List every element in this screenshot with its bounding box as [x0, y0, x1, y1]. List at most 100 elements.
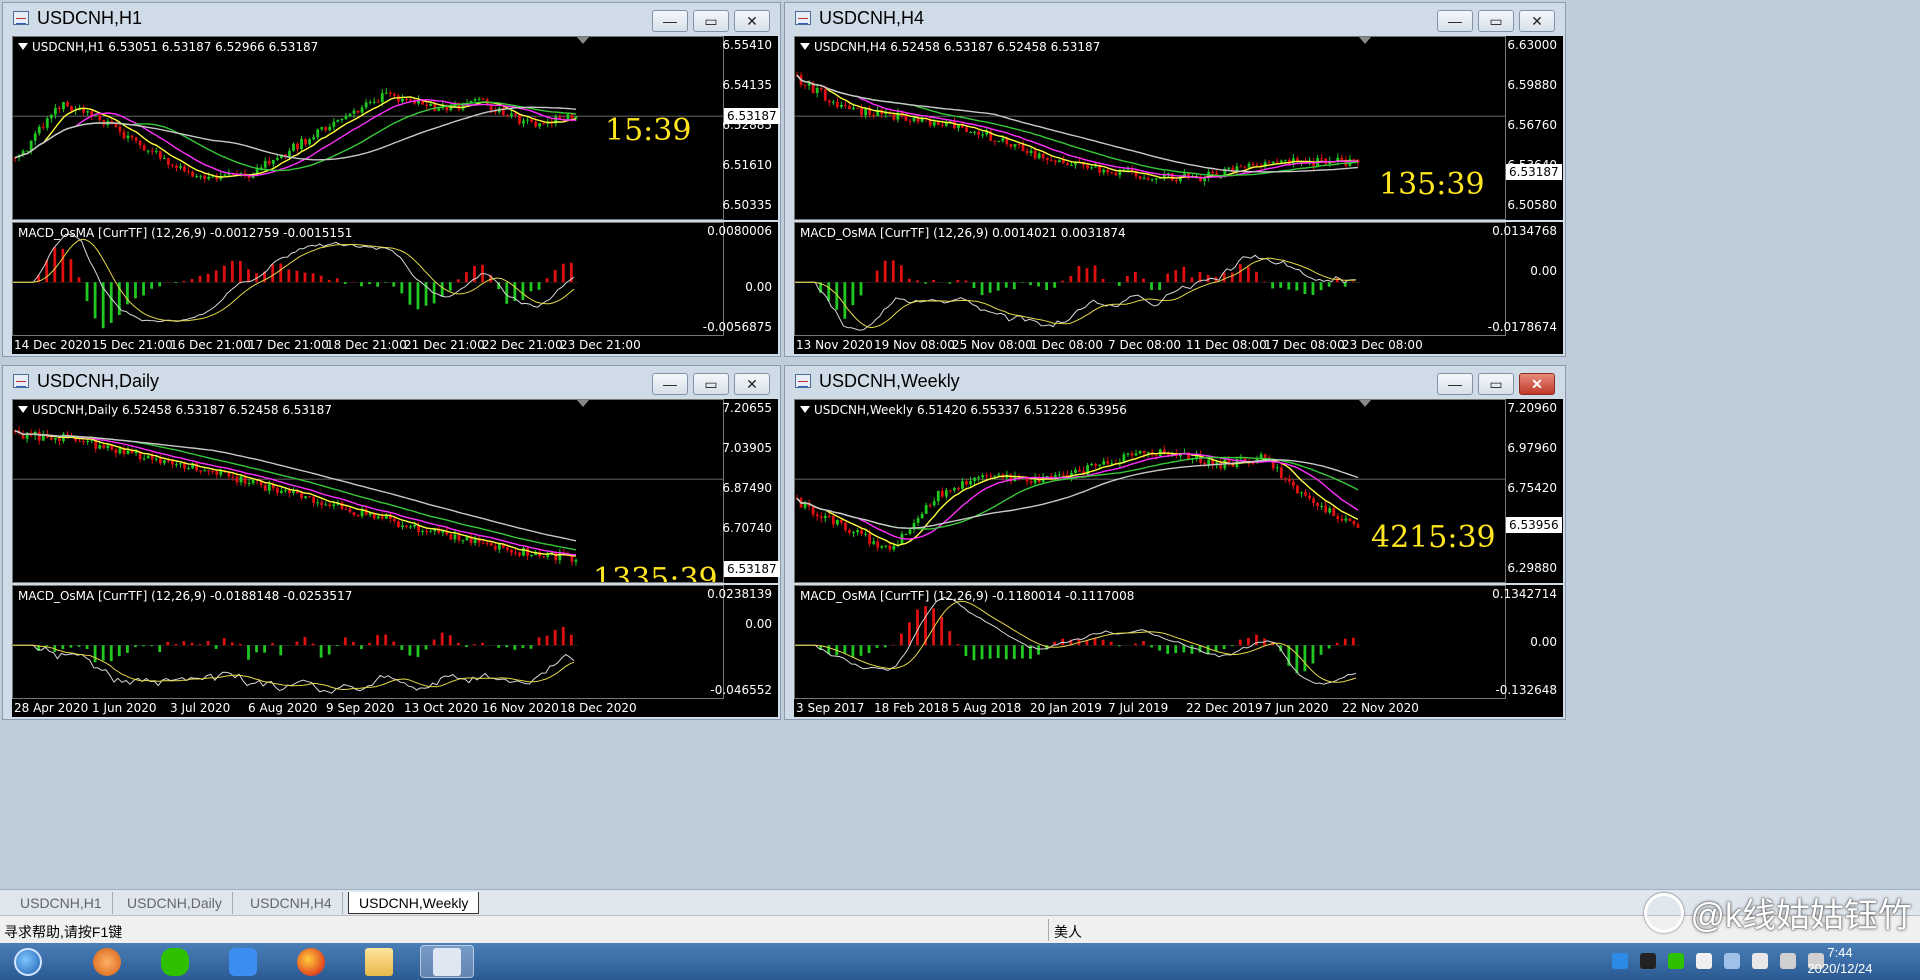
price-pane[interactable]: USDCNH,H4 6.52458 6.53187 6.52458 6.5318…: [794, 36, 1506, 220]
candle-body: [352, 512, 356, 515]
candle-body: [856, 530, 859, 533]
osma-bar: [908, 278, 911, 283]
monitor-tray-icon[interactable]: [1724, 953, 1740, 969]
osma-bar: [948, 631, 952, 646]
maximize-button[interactable]: ▭: [1478, 373, 1514, 395]
dropdown-triangle-icon: [800, 43, 810, 50]
candle-body: [461, 540, 465, 542]
minimize-button[interactable]: —: [652, 373, 688, 395]
candle-body: [1300, 492, 1303, 494]
candle-body: [392, 93, 396, 96]
macd-pane[interactable]: MACD_OsMA [CurrTF] (12,26,9) -0.1180014 …: [794, 585, 1506, 699]
price-pane[interactable]: USDCNH,Weekly 6.51420 6.55337 6.51228 6.…: [794, 399, 1506, 583]
osma-bar: [948, 282, 952, 284]
candle-body: [1053, 160, 1057, 163]
candle-body: [844, 522, 847, 531]
pen-app-icon[interactable]: [216, 945, 270, 978]
candle-body: [1086, 165, 1089, 169]
osma-bar: [465, 645, 468, 648]
osma-bar: [545, 278, 549, 283]
minimize-button[interactable]: —: [1437, 10, 1473, 32]
macd-pane[interactable]: MACD_OsMA [CurrTF] (12,26,9) -0.0012759 …: [12, 222, 724, 336]
candle-body: [154, 458, 158, 460]
candle-body: [973, 477, 976, 482]
wechat-icon[interactable]: [148, 945, 202, 978]
maximize-button[interactable]: ▭: [693, 10, 729, 32]
window-titlebar[interactable]: USDCNH,Daily — ▭ ✕: [3, 366, 780, 396]
firefox-icon[interactable]: [284, 945, 338, 978]
candle-body: [183, 463, 186, 469]
price-pane[interactable]: USDCNH,Daily 6.52458 6.53187 6.52458 6.5…: [12, 399, 724, 583]
macd-tick: 0.00: [745, 280, 772, 294]
taskbar-clock[interactable]: 7:44 2020/12/24: [1800, 945, 1880, 977]
candle-body: [94, 115, 98, 117]
chart-window-weekly[interactable]: USDCNH,Weekly — ▭ ✕ USDCNH,Weekly 6.5142…: [784, 365, 1566, 720]
penguin-tray-icon[interactable]: [1640, 953, 1656, 969]
candle-body: [848, 105, 851, 110]
candle-body: [904, 115, 908, 121]
candle-body: [1344, 518, 1348, 521]
status-profile[interactable]: 美人: [1054, 922, 1082, 942]
maximize-button[interactable]: ▭: [1478, 10, 1514, 32]
shield-tray-icon[interactable]: [1696, 953, 1712, 969]
osma-bar: [150, 645, 154, 647]
price-tick: 7.20960: [1507, 401, 1557, 415]
osma-bar: [360, 282, 363, 287]
time-axis: 14 Dec 2020 15 Dec 21:00 16 Dec 21:00 17…: [12, 336, 778, 354]
minimize-button[interactable]: —: [1437, 373, 1473, 395]
tab-usdcnh-h4[interactable]: USDCNH,H4: [240, 892, 343, 914]
candle-body: [574, 116, 578, 119]
windows-start-icon[interactable]: [4, 945, 52, 978]
candle-body: [542, 123, 546, 125]
osma-bar: [174, 643, 178, 646]
osma-bar: [1222, 645, 1226, 650]
file-explorer-icon[interactable]: [352, 945, 406, 978]
candle-body: [1098, 166, 1102, 173]
candle-body: [312, 496, 316, 503]
candle-body: [134, 137, 138, 141]
window-titlebar[interactable]: USDCNH,H1 — ▭ ✕: [3, 3, 780, 33]
browser-icon[interactable]: [80, 945, 134, 978]
candle-body: [37, 126, 41, 134]
chart-window-h1[interactable]: USDCNH,H1 — ▭ ✕ USDCNH,H1 6.53051 6.5318…: [2, 2, 781, 357]
candle-body: [868, 533, 872, 544]
tab-usdcnh-weekly[interactable]: USDCNH,Weekly: [348, 892, 480, 914]
close-button[interactable]: ✕: [734, 10, 770, 32]
clock-time: 7:44: [1827, 945, 1853, 960]
osma-bar: [432, 639, 436, 646]
window-titlebar[interactable]: USDCNH,H4 — ▭ ✕: [785, 3, 1565, 33]
macd-pane[interactable]: MACD_OsMA [CurrTF] (12,26,9) -0.0188148 …: [12, 585, 724, 699]
close-button[interactable]: ✕: [1519, 373, 1555, 395]
tab-usdcnh-h1[interactable]: USDCNH,H1: [10, 892, 113, 914]
candle-body: [1166, 454, 1170, 456]
maximize-button[interactable]: ▭: [693, 373, 729, 395]
chart-window-daily[interactable]: USDCNH,Daily — ▭ ✕ USDCNH,Daily 6.52458 …: [2, 365, 781, 720]
candle-body: [940, 124, 944, 126]
osma-bar: [182, 280, 186, 283]
price-pane[interactable]: USDCNH,H1 6.53051 6.53187 6.52966 6.5318…: [12, 36, 724, 220]
candle-body: [505, 115, 509, 117]
osma-bar: [311, 273, 315, 283]
osma-bar: [335, 645, 339, 647]
time-tick: 20 Jan 2019: [1030, 701, 1102, 715]
osma-bar: [311, 643, 315, 646]
osma-bar: [271, 643, 275, 646]
macd-pane[interactable]: MACD_OsMA [CurrTF] (12,26,9) 0.0014021 0…: [794, 222, 1506, 336]
candle-body: [1263, 454, 1267, 458]
tab-usdcnh-daily[interactable]: USDCNH,Daily: [117, 892, 233, 914]
flag-tray-icon[interactable]: [1752, 953, 1768, 969]
window-titlebar[interactable]: USDCNH,Weekly — ▭ ✕: [785, 366, 1565, 396]
candle-body: [1251, 463, 1255, 465]
time-tick: 23 Dec 21:00: [560, 338, 641, 352]
network-tray-icon[interactable]: [1780, 953, 1796, 969]
chart-window-h4[interactable]: USDCNH,H4 — ▭ ✕ USDCNH,H4 6.52458 6.5318…: [784, 2, 1566, 357]
candle-body: [1154, 455, 1158, 457]
candle-body: [122, 131, 126, 139]
minimize-button[interactable]: —: [652, 10, 688, 32]
candle-body: [380, 516, 384, 519]
close-button[interactable]: ✕: [734, 373, 770, 395]
qq-tray-icon[interactable]: [1612, 953, 1628, 969]
close-button[interactable]: ✕: [1519, 10, 1555, 32]
metatrader-taskbar-icon[interactable]: [420, 945, 474, 978]
wechat-tray-icon[interactable]: [1668, 953, 1684, 969]
